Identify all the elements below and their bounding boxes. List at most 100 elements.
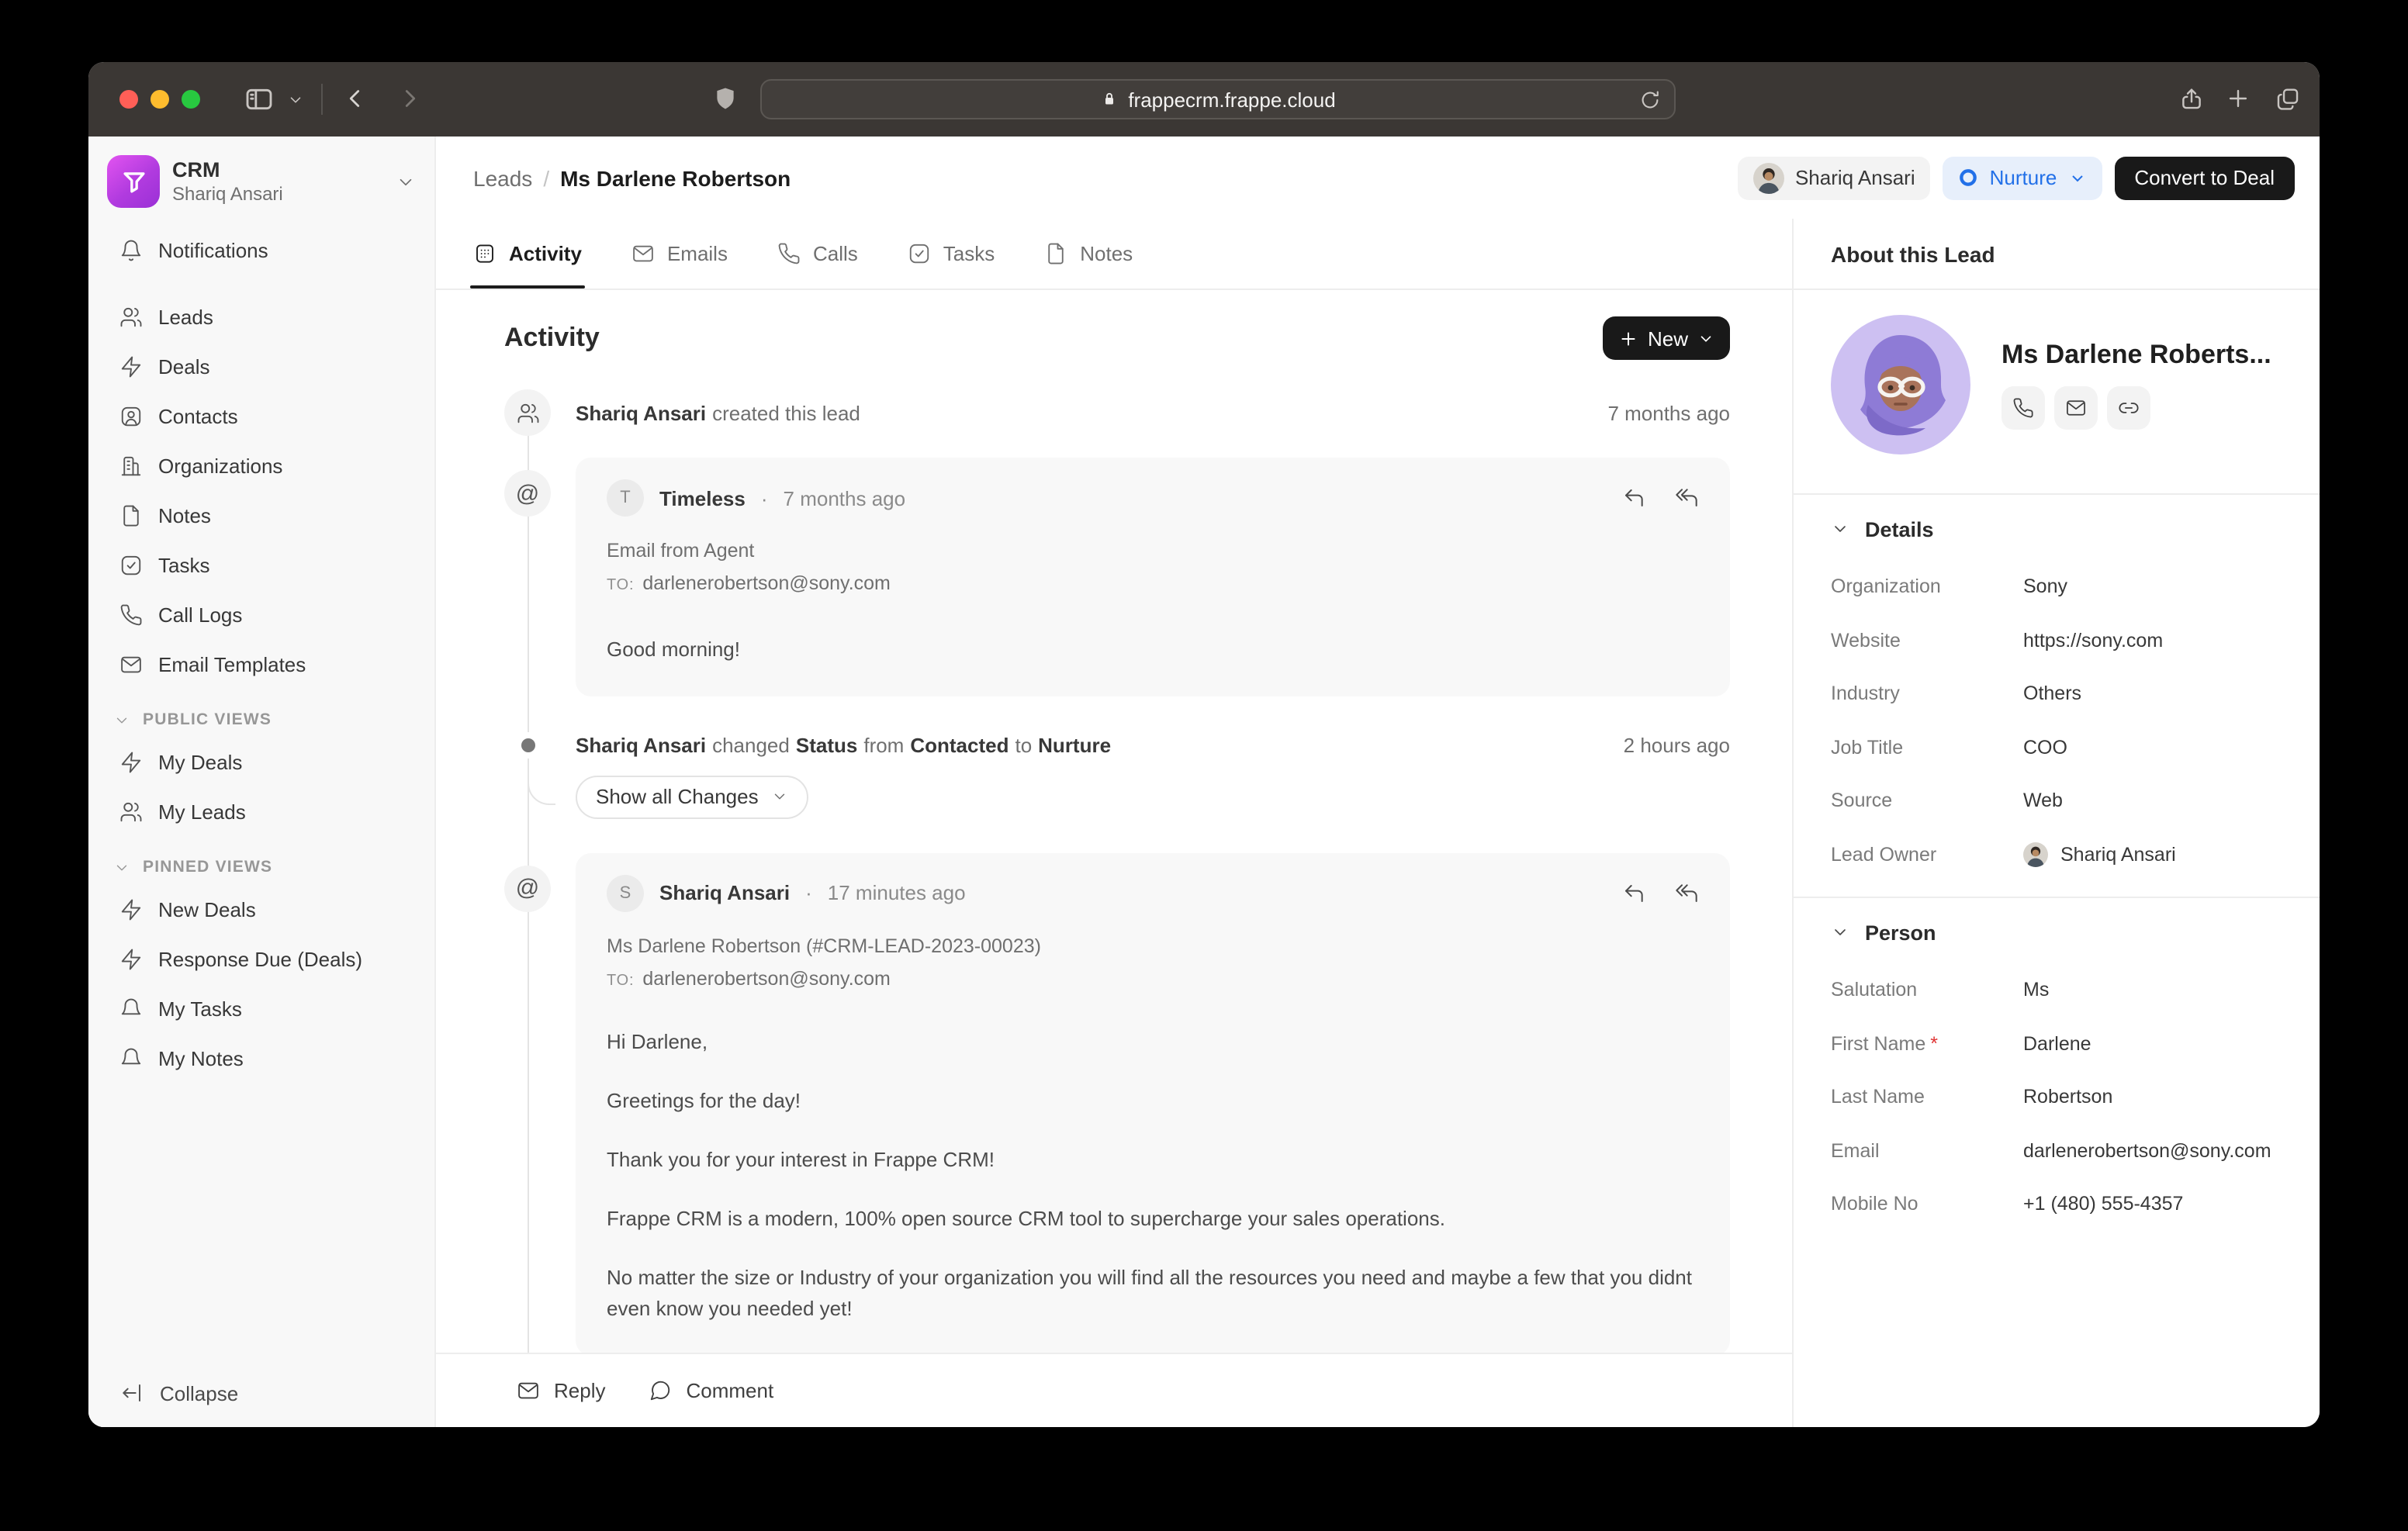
detail-row-source[interactable]: Source Web [1831, 774, 2301, 828]
collapse-icon [119, 1381, 144, 1405]
leads-icon [119, 306, 143, 329]
sidebar-item-new-deals[interactable]: New Deals [104, 889, 419, 931]
lead-status-dropdown[interactable]: Nurture [1943, 156, 2102, 199]
assignee-chip[interactable]: Shariq Ansari [1738, 156, 1931, 199]
lead-name: Ms Darlene Roberts... [2001, 340, 2271, 371]
person-row-email[interactable]: Email darlenerobertson@sony.com [1831, 1124, 2301, 1177]
sidebar-item-tasks[interactable]: Tasks [104, 544, 419, 586]
new-button-label: New [1648, 327, 1688, 350]
reply-icon[interactable] [1621, 486, 1646, 510]
chevron-down-icon[interactable] [287, 92, 304, 109]
field-value: COO [2023, 737, 2301, 759]
timeline-connector [528, 758, 555, 804]
person-row-first-name[interactable]: First Name* Darlene [1831, 1017, 2301, 1070]
panel-title: About this Lead [1794, 219, 2320, 290]
field-value: Others [2023, 683, 2301, 705]
field-value: Sony [2023, 576, 2301, 598]
new-tab-icon[interactable] [2225, 85, 2251, 112]
close-window-button[interactable] [119, 90, 138, 109]
call-button[interactable] [2001, 386, 2045, 430]
back-button[interactable] [340, 84, 369, 113]
tab-label: Calls [813, 242, 858, 265]
funnel-icon [119, 167, 148, 196]
plus-icon [1618, 328, 1638, 348]
sidebar-item-label: Organizations [158, 454, 282, 478]
sidebar-toggle-icon[interactable] [244, 84, 275, 115]
sidebar-item-organizations[interactable]: Organizations [104, 445, 419, 487]
sidebar-item-label: My Notes [158, 1047, 244, 1070]
section-pinned-views[interactable]: PINNED VIEWS [104, 858, 419, 876]
field-label: Organization [1831, 576, 2023, 598]
reply-icon[interactable] [1621, 880, 1646, 905]
email-paragraph: Hi Darlene, [607, 1026, 1699, 1057]
tab-tasks[interactable]: Tasks [908, 219, 995, 289]
tab-calls[interactable]: Calls [777, 219, 858, 289]
detail-row-job-title[interactable]: Job Title COO [1831, 721, 2301, 774]
reload-icon[interactable] [1638, 88, 1662, 112]
sidebar-item-email-templates[interactable]: Email Templates [104, 644, 419, 686]
breadcrumb-separator: / [543, 165, 549, 190]
sidebar-item-my-tasks[interactable]: My Tasks [104, 988, 419, 1030]
email-card: @ T Timeless · 7 months ago [576, 458, 1730, 696]
sidebar-item-notifications[interactable]: Notifications [104, 230, 419, 271]
detail-row-lead-owner[interactable]: Lead Owner Shariq Ansari [1831, 828, 2301, 881]
field-label: Email [1831, 1140, 2023, 1162]
tab-label: Tasks [943, 242, 995, 265]
details-section-header[interactable]: Details [1831, 498, 2301, 560]
tab-notes[interactable]: Notes [1044, 219, 1133, 289]
share-icon[interactable] [2178, 85, 2205, 112]
sidebar-item-my-notes[interactable]: My Notes [104, 1038, 419, 1080]
lead-details-panel: About this Lead [1792, 219, 2320, 1427]
reply-button[interactable]: Reply [517, 1379, 606, 1402]
sidebar-item-my-leads[interactable]: My Leads [104, 791, 419, 833]
mail-icon [517, 1379, 540, 1402]
composer-bar: Reply Comment [436, 1353, 1792, 1427]
workspace-switcher[interactable]: CRM Shariq Ansari [88, 137, 434, 223]
reply-all-icon[interactable] [1674, 880, 1699, 905]
minimize-window-button[interactable] [150, 90, 169, 109]
sidebar-item-response-due[interactable]: Response Due (Deals) [104, 938, 419, 980]
link-button[interactable] [2107, 386, 2150, 430]
sidebar-item-leads[interactable]: Leads [104, 296, 419, 338]
sidebar-item-contacts[interactable]: Contacts [104, 396, 419, 437]
detail-row-organization[interactable]: Organization Sony [1831, 560, 2301, 613]
breadcrumb-parent[interactable]: Leads [473, 165, 532, 190]
new-activity-button[interactable]: New [1603, 316, 1730, 360]
email-button[interactable] [2054, 386, 2098, 430]
reply-all-icon[interactable] [1674, 486, 1699, 510]
sidebar-item-label: Response Due (Deals) [158, 948, 362, 971]
comment-button[interactable]: Comment [649, 1379, 774, 1402]
detail-row-industry[interactable]: Industry Others [1831, 667, 2301, 721]
tab-overview-icon[interactable] [2275, 85, 2301, 112]
email-paragraph: Greetings for the day! [607, 1085, 1699, 1116]
tab-activity[interactable]: Activity [473, 219, 582, 289]
sidebar-item-call-logs[interactable]: Call Logs [104, 594, 419, 636]
separator-dot: · [761, 486, 768, 510]
sidebar-item-deals[interactable]: Deals [104, 346, 419, 388]
convert-to-deal-button[interactable]: Convert to Deal [2114, 156, 2295, 199]
section-title: PUBLIC VIEWS [143, 710, 272, 729]
section-title: Details [1865, 517, 1934, 541]
sidebar-item-notes[interactable]: Notes [104, 495, 419, 537]
section-public-views[interactable]: PUBLIC VIEWS [104, 710, 419, 729]
person-row-last-name[interactable]: Last Name Robertson [1831, 1070, 2301, 1124]
address-bar[interactable]: frappecrm.frappe.cloud [760, 79, 1676, 119]
sidebar-collapse-button[interactable]: Collapse [88, 1359, 434, 1427]
privacy-shield-icon[interactable] [712, 85, 739, 112]
lead-avatar[interactable] [1831, 315, 1970, 454]
person-row-salutation[interactable]: Salutation Ms [1831, 963, 2301, 1017]
person-section-header[interactable]: Person [1831, 901, 2301, 963]
person-row-mobile[interactable]: Mobile No +1 (480) 555-4357 [1831, 1177, 2301, 1231]
app-user: Shariq Ansari [172, 183, 383, 205]
field-value: Shariq Ansari [2060, 844, 2176, 866]
app-sidebar: CRM Shariq Ansari Notifications Leads De… [88, 137, 436, 1427]
chevron-down-icon [771, 788, 788, 805]
sidebar-item-label: Notifications [158, 239, 268, 262]
zoom-window-button[interactable] [182, 90, 200, 109]
sidebar-item-my-deals[interactable]: My Deals [104, 741, 419, 783]
field-value: https://sony.com [2023, 630, 2301, 651]
detail-row-website[interactable]: Website https://sony.com [1831, 613, 2301, 667]
show-all-changes-button[interactable]: Show all Changes [576, 775, 808, 818]
tab-emails[interactable]: Emails [631, 219, 728, 289]
forward-button[interactable] [396, 84, 425, 113]
